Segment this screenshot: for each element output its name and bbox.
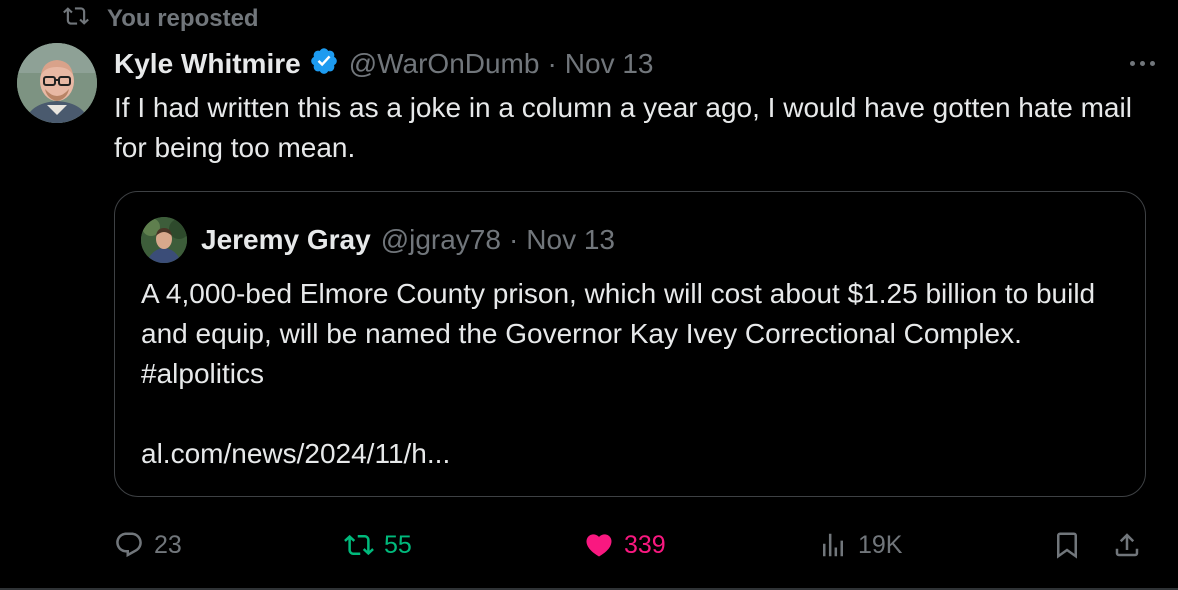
author-avatar[interactable]: [17, 43, 97, 123]
repost-count: 55: [384, 530, 412, 559]
heart-filled-icon: [586, 534, 612, 557]
quoted-tweet-header: Jeremy Gray @jgray78 · Nov 13: [141, 216, 615, 264]
author-handle[interactable]: @WarOnDumb: [349, 48, 540, 80]
like-button[interactable]: 339: [584, 520, 666, 570]
like-count: 339: [624, 530, 666, 559]
repost-banner: You reposted: [63, 4, 259, 34]
share-button[interactable]: [1112, 520, 1142, 570]
repost-button[interactable]: 55: [344, 520, 412, 570]
repost-active-icon: [344, 534, 374, 556]
quoted-tweet-card[interactable]: Jeremy Gray @jgray78 · Nov 13 A 4,000-be…: [114, 191, 1146, 497]
quoted-author-handle[interactable]: @jgray78: [381, 224, 501, 256]
verified-badge-icon[interactable]: [301, 46, 349, 83]
author-name[interactable]: Kyle Whitmire: [114, 48, 301, 80]
more-options-icon[interactable]: [1124, 48, 1160, 78]
tweet-header: Kyle Whitmire @WarOnDumb · Nov 13: [114, 44, 654, 84]
quoted-tweet-link[interactable]: al.com/news/2024/11/h...: [141, 434, 1131, 474]
repost-banner-text: You reposted: [107, 5, 259, 32]
views-icon: [823, 533, 843, 557]
quoted-tweet-body: A 4,000-bed Elmore County prison, which …: [141, 274, 1131, 474]
quoted-tweet-date[interactable]: Nov 13: [526, 224, 615, 256]
quoted-author-name[interactable]: Jeremy Gray: [201, 224, 371, 256]
bookmark-icon: [1057, 532, 1077, 559]
tweet-date[interactable]: Nov 13: [565, 48, 654, 80]
reply-icon: [116, 532, 142, 558]
bookmark-button[interactable]: [1052, 520, 1082, 570]
quoted-separator: ·: [508, 224, 519, 255]
separator: ·: [547, 48, 557, 79]
quoted-author-avatar[interactable]: [141, 217, 187, 263]
views-button[interactable]: 19K: [818, 520, 902, 570]
reply-button[interactable]: 23: [114, 520, 182, 570]
reply-count: 23: [154, 530, 182, 559]
repost-icon: [63, 3, 89, 36]
tweet-text: If I had written this as a joke in a col…: [114, 92, 1132, 163]
tweet-actions-bar: 23 55 339 19K: [0, 520, 1178, 570]
views-count: 19K: [858, 530, 903, 559]
quoted-tweet-text: A 4,000-bed Elmore County prison, which …: [141, 278, 1096, 389]
share-icon: [1115, 533, 1139, 557]
